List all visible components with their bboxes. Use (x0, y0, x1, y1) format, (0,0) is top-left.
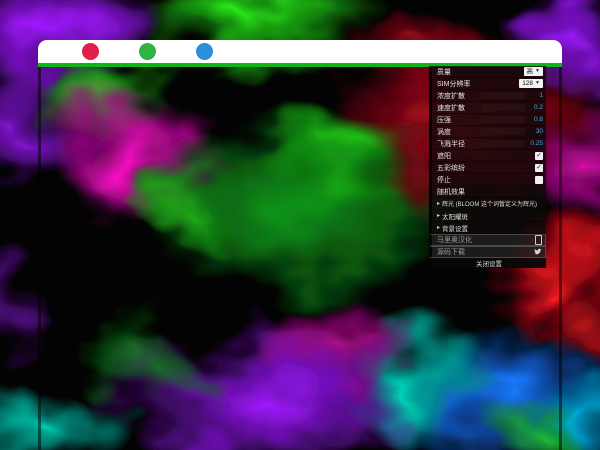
browser-titlebar[interactable] (38, 40, 562, 63)
close-settings-button[interactable]: 关闭设置 (429, 258, 546, 268)
velocity-diffusion-slider[interactable] (481, 104, 525, 111)
background-settings-folder[interactable]: ▸ 背景设置 (429, 222, 546, 234)
curl-label: 涡度 (437, 127, 481, 137)
shading-label: 遮阳 (437, 151, 535, 161)
folder-arrow-icon: ▸ (437, 200, 440, 207)
density-diffusion-slider-row: 浓度扩散 1 (429, 90, 546, 102)
pressure-value[interactable]: 0.8 (525, 116, 543, 123)
velocity-diffusion-value[interactable]: 0.2 (525, 104, 543, 111)
curl-value[interactable]: 30 (525, 128, 543, 135)
splat-radius-value[interactable]: 0.25 (525, 140, 543, 147)
paused-checkbox-row: 停止 (429, 174, 546, 186)
pressure-label: 压强 (437, 115, 481, 125)
shading-checkbox[interactable]: ✓ (535, 152, 543, 160)
curl-slider[interactable] (481, 128, 525, 135)
sunrays-folder[interactable]: ▸ 太阳耀斑 (429, 210, 546, 222)
quality-select[interactable]: 高 ▼ (524, 67, 543, 76)
sim-resolution-select-row[interactable]: SIM分辨率 128 ▼ (429, 78, 546, 90)
pressure-slider-row: 压强 0.8 (429, 114, 546, 126)
traffic-lights (82, 43, 213, 60)
density-diffusion-label: 浓度扩散 (437, 91, 481, 101)
app-screenshot: 质量 高 ▼ SIM分辨率 128 ▼ 浓度扩散 1 速度扩散 0. (0, 0, 600, 450)
splat-radius-label: 飞溅半径 (437, 139, 481, 149)
sim-resolution-select[interactable]: 128 ▼ (519, 79, 543, 88)
chevron-down-icon: ▼ (535, 67, 540, 76)
velocity-diffusion-label: 速度扩散 (437, 103, 481, 113)
quality-select-row[interactable]: 质量 高 ▼ (429, 66, 546, 78)
splat-radius-slider-row: 飞溅半径 0.25 (429, 138, 546, 150)
source-download-link[interactable]: 源码下载 (429, 246, 546, 258)
colorful-checkbox-row: 五彩缤纷 ✓ (429, 162, 546, 174)
density-diffusion-slider[interactable] (481, 92, 525, 99)
folder-arrow-icon: ▸ (437, 212, 440, 219)
settings-panel: 质量 高 ▼ SIM分辨率 128 ▼ 浓度扩散 1 速度扩散 0. (429, 66, 546, 268)
chevron-down-icon: ▼ (535, 79, 540, 88)
zoom-window-dot[interactable] (196, 43, 213, 60)
random-splats-button[interactable]: 随机效果 (429, 186, 546, 198)
velocity-diffusion-slider-row: 速度扩散 0.2 (429, 102, 546, 114)
colorful-checkbox[interactable]: ✓ (535, 164, 543, 172)
bloom-folder[interactable]: ▸ 辉光 (BLOOM 这个词暂定义为辉光) (429, 198, 546, 210)
quality-label: 质量 (437, 67, 524, 77)
curl-slider-row: 涡度 30 (429, 126, 546, 138)
twitter-icon (533, 248, 542, 256)
density-diffusion-value[interactable]: 1 (525, 92, 543, 99)
shading-checkbox-row: 遮阳 ✓ (429, 150, 546, 162)
localization-link[interactable]: 马里奥汉化 (429, 234, 546, 246)
phone-icon (535, 235, 542, 245)
paused-checkbox[interactable] (535, 176, 543, 184)
splat-radius-slider[interactable] (481, 140, 525, 147)
folder-arrow-icon: ▸ (437, 224, 440, 231)
pressure-slider[interactable] (481, 116, 525, 123)
close-window-dot[interactable] (82, 43, 99, 60)
paused-label: 停止 (437, 175, 535, 185)
minimize-window-dot[interactable] (139, 43, 156, 60)
colorful-label: 五彩缤纷 (437, 163, 535, 173)
sim-resolution-label: SIM分辨率 (437, 79, 519, 89)
